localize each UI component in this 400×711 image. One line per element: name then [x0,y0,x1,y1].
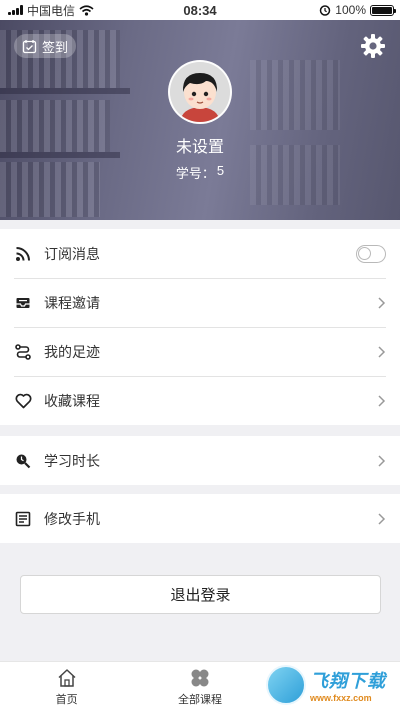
wifi-icon [79,4,94,16]
chevron-right-icon [378,345,386,358]
route-icon [14,343,32,361]
rss-icon [14,245,32,263]
watermark-url: www.fxxz.com [310,693,372,703]
gear-icon[interactable] [360,33,386,59]
chevron-right-icon [378,512,386,525]
battery-icon [370,4,396,16]
calendar-check-icon [22,39,37,53]
menu-item-label: 课程邀请 [44,294,100,311]
form-icon [14,510,32,528]
menu-item-footprints[interactable]: 我的足迹 [0,327,400,376]
menu-item-study-time[interactable]: 学习时长 [0,436,400,485]
student-id: 学号： 5 [0,163,400,182]
battery-percent: 100% [335,3,366,17]
signal-icon [8,5,23,15]
menu-item-subscribe: 订阅消息 [0,229,400,278]
checkin-button[interactable]: 签到 [14,34,77,58]
tab-all-courses[interactable]: 全部课程 [133,662,266,711]
student-id-value: 5 [216,163,225,178]
alarm-icon [320,5,331,16]
menu-item-course-invite[interactable]: 课程邀请 [0,278,400,327]
chevron-right-icon [378,454,386,467]
search-clock-icon [14,452,32,470]
menu-item-label: 收藏课程 [44,392,100,409]
chevron-right-icon [378,394,386,407]
student-id-label: 学号： [175,166,215,181]
status-bar: 中国电信 08:34 100% [0,0,400,20]
username: 未设置 [175,139,224,156]
tab-label: 首页 [55,693,78,706]
avatar[interactable] [168,60,232,124]
menu-group-primary: 订阅消息 课程邀请 我的足迹 收藏课程 [0,229,400,425]
tab-label: 全部课程 [177,693,222,706]
clover-icon [191,669,209,686]
carrier-label: 中国电信 [27,3,76,18]
watermark-title: 飞翔下载 [310,671,386,691]
home-icon [58,668,76,687]
chevron-right-icon [378,296,386,309]
inbox-icon [14,294,32,312]
menu-item-label: 修改手机 [44,510,100,527]
subscribe-toggle[interactable] [356,244,386,263]
watermark-badge-icon [266,665,306,705]
watermark-logo: 飞翔下载 www.fxxz.com [266,663,394,707]
heart-icon [14,392,32,410]
menu-item-label: 订阅消息 [44,245,100,262]
checkin-label: 签到 [42,39,69,55]
menu-group-account: 修改手机 [0,494,400,543]
menu-item-label: 学习时长 [44,452,100,469]
avatar-image [170,62,230,122]
menu-item-favorites[interactable]: 收藏课程 [0,376,400,425]
menu-group-study: 学习时长 [0,436,400,485]
logout-button[interactable]: 退出登录 [20,575,381,614]
menu-item-change-phone[interactable]: 修改手机 [0,494,400,543]
tab-home[interactable]: 首页 [0,662,133,711]
profile-header: 签到 未设置 学号： 5 [0,20,400,220]
menu-item-label: 我的足迹 [44,343,100,360]
